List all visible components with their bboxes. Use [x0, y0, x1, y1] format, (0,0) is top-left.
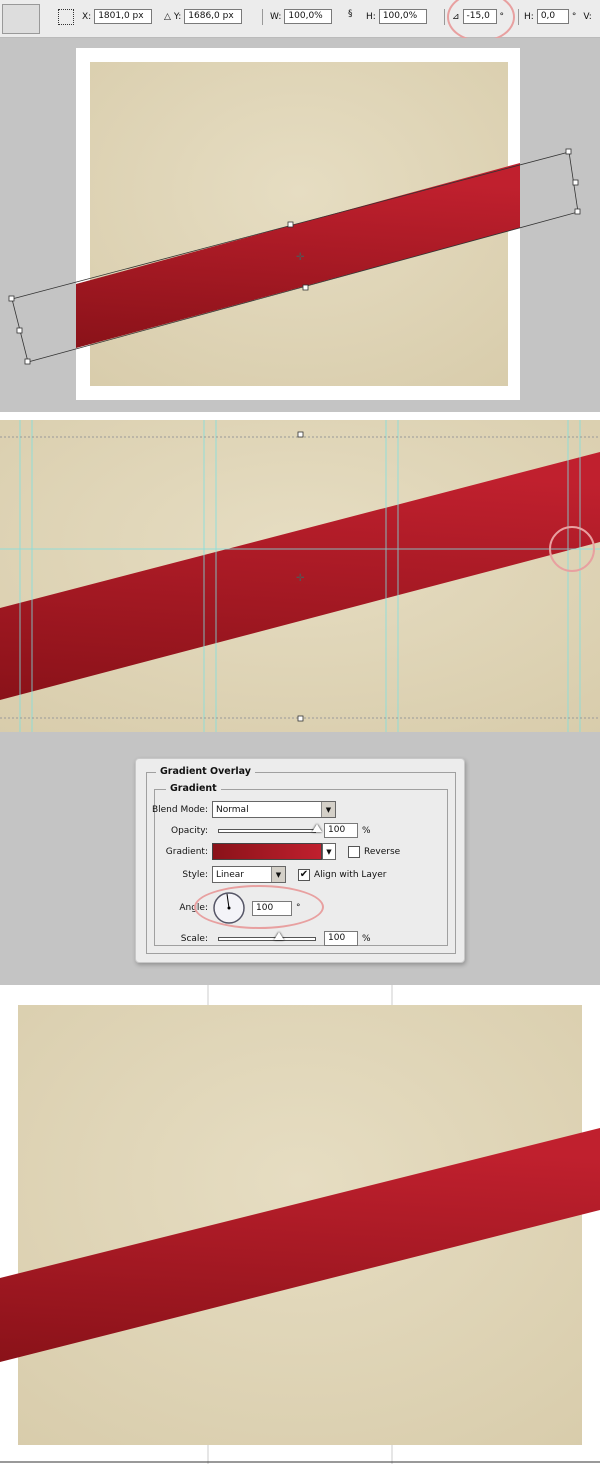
opacity-slider-thumb[interactable] — [312, 823, 322, 832]
gradient-overlay-dialog: Gradient Overlay Gradient Blend Mode: No… — [135, 758, 465, 963]
blend-mode-label: Blend Mode: — [151, 804, 208, 815]
align-with-layer-checkbox[interactable]: ✔ — [298, 868, 310, 881]
dialog-title: Gradient Overlay — [156, 766, 255, 777]
scale-input[interactable]: 100 — [324, 931, 358, 946]
scale-slider-thumb[interactable] — [274, 931, 284, 940]
chevron-down-icon: ▼ — [271, 867, 285, 882]
gradient-dropdown[interactable]: ▼ — [322, 843, 336, 860]
align-with-layer-label: Align with Layer — [314, 869, 387, 880]
reverse-checkbox[interactable] — [348, 845, 360, 858]
blend-mode-value: Normal — [216, 804, 249, 815]
scale-slider[interactable] — [218, 931, 316, 941]
opacity-slider[interactable] — [218, 823, 322, 833]
pivot-point-icon-2: ✛ — [296, 573, 305, 584]
highlight-ellipse — [194, 885, 324, 929]
opacity-unit: % — [362, 825, 371, 836]
gradient-label: Gradient: — [165, 846, 208, 857]
group-title: Gradient — [166, 783, 221, 794]
canvas-illustrations: ✛ ✛ — [0, 38, 600, 1464]
style-value: Linear — [216, 869, 244, 880]
gradient-swatch[interactable] — [212, 843, 322, 860]
style-label: Style: — [182, 869, 208, 880]
chevron-down-icon: ▼ — [321, 802, 335, 817]
opacity-label: Opacity: — [171, 825, 208, 836]
pivot-point-icon[interactable]: ✛ — [296, 252, 305, 263]
blend-mode-select[interactable]: Normal ▼ — [212, 801, 336, 818]
style-select[interactable]: Linear ▼ — [212, 866, 286, 883]
scale-label: Scale: — [180, 933, 208, 944]
reverse-label: Reverse — [364, 846, 401, 857]
scale-unit: % — [362, 933, 371, 944]
opacity-input[interactable]: 100 — [324, 823, 358, 838]
